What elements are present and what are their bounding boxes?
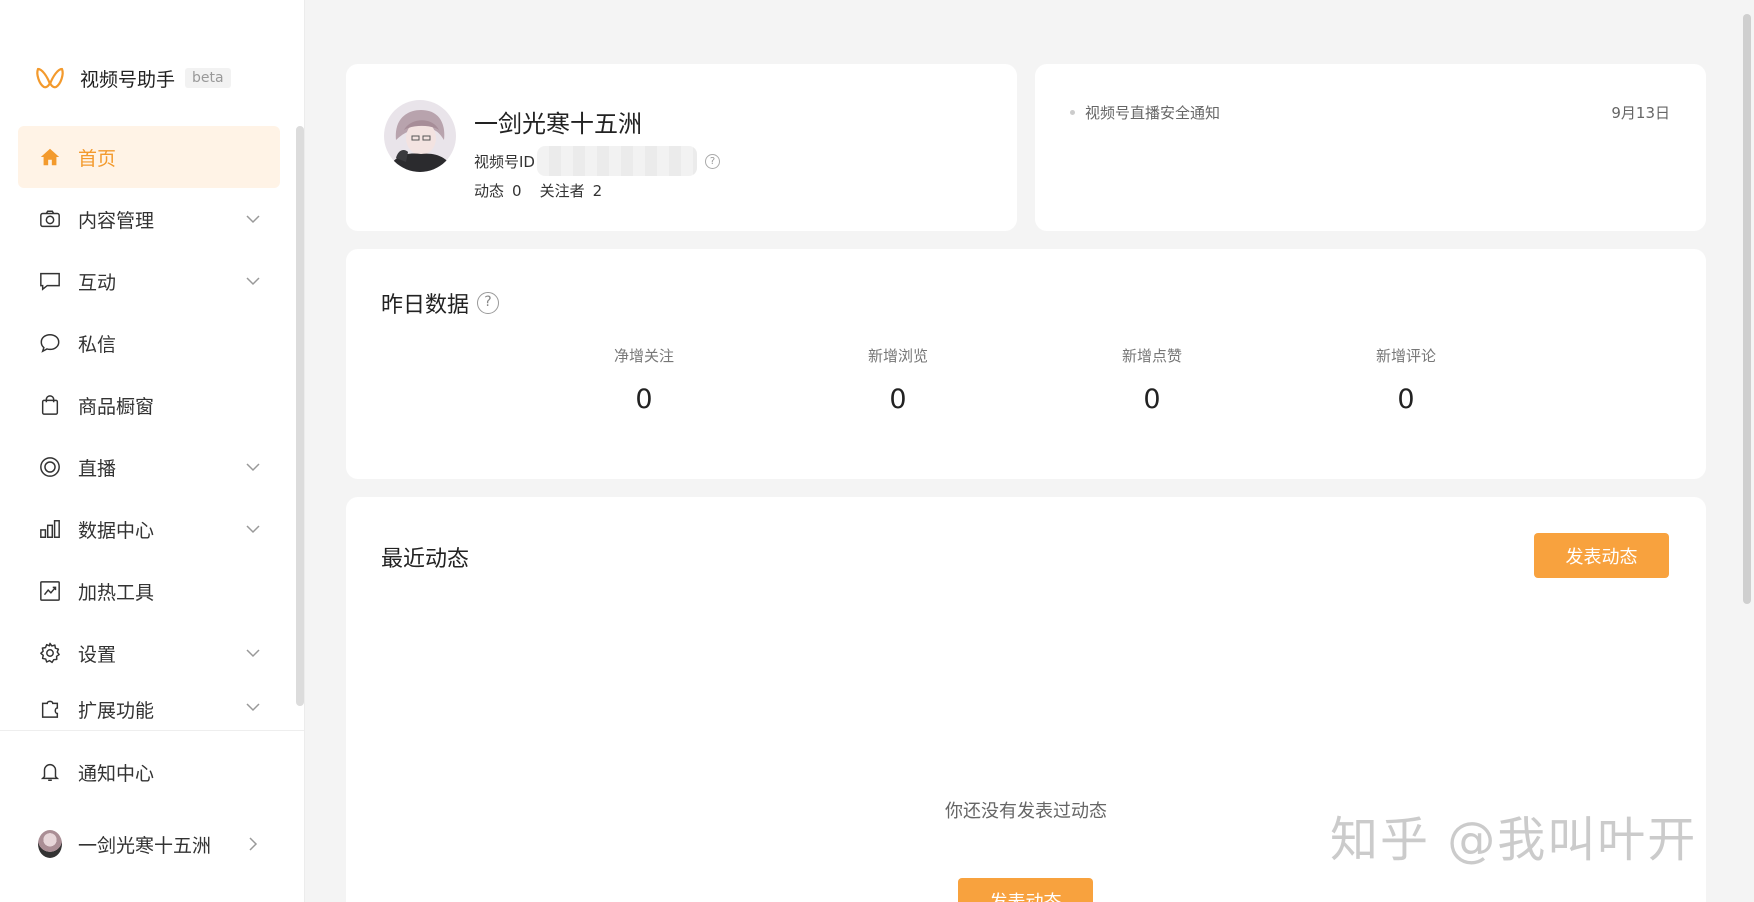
sidebar-item-extensions[interactable]: 扩展功能 <box>18 684 280 726</box>
notice-item[interactable]: 视频号直播安全通知 9月13日 <box>1070 102 1670 123</box>
stat-new-likes: 新增点赞 0 <box>1052 345 1252 415</box>
trend-chart-icon <box>38 579 62 603</box>
profile-card: 一剑光寒十五洲 视频号ID ? 动态 0 关注者 2 <box>346 64 1017 231</box>
avatar <box>38 830 62 858</box>
sidebar-item-label: 内容管理 <box>78 209 155 232</box>
live-circle-icon <box>38 455 62 479</box>
gear-icon <box>38 641 62 665</box>
sidebar-item-label: 私信 <box>78 333 117 356</box>
stat-label: 新增浏览 <box>867 347 928 365</box>
chevron-right-icon <box>249 837 258 851</box>
sidebar-item-messages[interactable]: 私信 <box>18 312 280 374</box>
bar-chart-icon <box>38 517 62 541</box>
chevron-down-icon <box>246 525 260 534</box>
notice-date: 9月13日 <box>1611 104 1670 122</box>
stat-net-followers: 净增关注 0 <box>544 345 744 415</box>
help-icon[interactable]: ? <box>477 292 500 314</box>
watermark: 知乎 @我叫叶开 <box>1330 812 1698 868</box>
recent-title: 最近动态 <box>381 547 470 572</box>
profile-id-redacted <box>536 146 697 176</box>
posts-count: 动态 0 <box>474 182 522 200</box>
sidebar-item-label: 直播 <box>78 457 117 480</box>
yesterday-title: 昨日数据 <box>381 293 470 318</box>
chevron-down-icon <box>246 277 260 286</box>
bullet-dot <box>1070 110 1075 115</box>
profile-id-row: 视频号ID ? <box>474 146 720 176</box>
main-scrollbar[interactable] <box>1743 14 1751 604</box>
stat-label: 净增关注 <box>613 347 674 365</box>
sidebar-nav: 首页 内容管理 互动 私信 商品橱窗 直播 数据中心 加热工具 设置 扩展功能 <box>18 126 280 726</box>
camera-icon <box>38 207 62 231</box>
sidebar-item-home[interactable]: 首页 <box>18 126 280 188</box>
wechat-channels-logo-icon <box>36 67 64 89</box>
sidebar-item-label: 加热工具 <box>78 581 155 604</box>
help-icon[interactable]: ? <box>704 153 720 169</box>
sidebar-item-data-center[interactable]: 数据中心 <box>18 498 280 560</box>
profile-name: 一剑光寒十五洲 <box>474 110 642 138</box>
sidebar-item-boost-tools[interactable]: 加热工具 <box>18 560 280 622</box>
sidebar-item-label: 扩展功能 <box>78 700 155 722</box>
sidebar-item-label: 通知中心 <box>78 762 155 785</box>
sidebar: 视频号助手 beta 首页 内容管理 互动 私信 商品橱窗 直播 数据中心 加热… <box>0 0 305 902</box>
sidebar-scrollbar[interactable] <box>296 126 304 706</box>
stat-value: 0 <box>635 384 653 415</box>
sidebar-item-notifications[interactable]: 通知中心 <box>18 741 280 803</box>
brand[interactable]: 视频号助手 beta <box>34 58 231 98</box>
stat-label: 新增评论 <box>1375 347 1436 365</box>
stat-label: 新增点赞 <box>1121 347 1182 365</box>
stat-value: 0 <box>1143 384 1161 415</box>
chevron-down-icon <box>246 463 260 472</box>
section-title: 昨日数据 ? <box>381 287 500 319</box>
sidebar-item-label: 设置 <box>78 643 117 666</box>
sidebar-item-interaction[interactable]: 互动 <box>18 250 280 312</box>
profile-id-label: 视频号ID <box>474 152 535 171</box>
sidebar-item-label: 互动 <box>78 271 117 294</box>
chevron-down-icon <box>246 703 260 712</box>
stat-value: 0 <box>889 384 907 415</box>
notice-title: 视频号直播安全通知 <box>1085 104 1221 122</box>
chevron-down-icon <box>246 215 260 224</box>
empty-post-button[interactable]: 发表动态 <box>958 878 1093 902</box>
sidebar-item-shop[interactable]: 商品橱窗 <box>18 374 280 436</box>
chat-bubble-icon <box>38 331 62 355</box>
message-square-icon <box>38 269 62 293</box>
sidebar-item-label: 商品橱窗 <box>78 395 155 418</box>
stat-value: 0 <box>1397 384 1415 415</box>
sidebar-item-account[interactable]: 一剑光寒十五洲 <box>18 813 280 875</box>
post-button[interactable]: 发表动态 <box>1534 533 1669 578</box>
followers-count: 关注者 2 <box>539 182 603 200</box>
notice-card: 视频号直播安全通知 9月13日 <box>1035 64 1706 231</box>
chevron-down-icon <box>246 649 260 658</box>
beta-badge: beta <box>185 68 231 88</box>
profile-counts: 动态 0 关注者 2 <box>474 180 602 201</box>
sidebar-item-live[interactable]: 直播 <box>18 436 280 498</box>
account-avatar <box>38 830 62 858</box>
sidebar-item-label: 首页 <box>78 147 117 170</box>
sidebar-item-settings[interactable]: 设置 <box>18 622 280 684</box>
yesterday-stats-card: 昨日数据 ? 净增关注 0 新增浏览 0 新增点赞 0 新增评论 0 <box>346 249 1706 479</box>
brand-name: 视频号助手 <box>80 68 176 91</box>
sidebar-footer: 通知中心 一剑光寒十五洲 <box>0 730 304 875</box>
account-name: 一剑光寒十五洲 <box>78 834 212 857</box>
sidebar-item-label: 数据中心 <box>78 519 155 542</box>
shopping-bag-icon <box>38 393 62 417</box>
home-icon <box>38 145 62 169</box>
profile-avatar[interactable] <box>384 100 456 172</box>
puzzle-icon <box>38 696 62 720</box>
stat-new-views: 新增浏览 0 <box>798 345 998 415</box>
bell-icon <box>38 760 62 784</box>
sidebar-item-content[interactable]: 内容管理 <box>18 188 280 250</box>
stat-new-comments: 新增评论 0 <box>1306 345 1506 415</box>
